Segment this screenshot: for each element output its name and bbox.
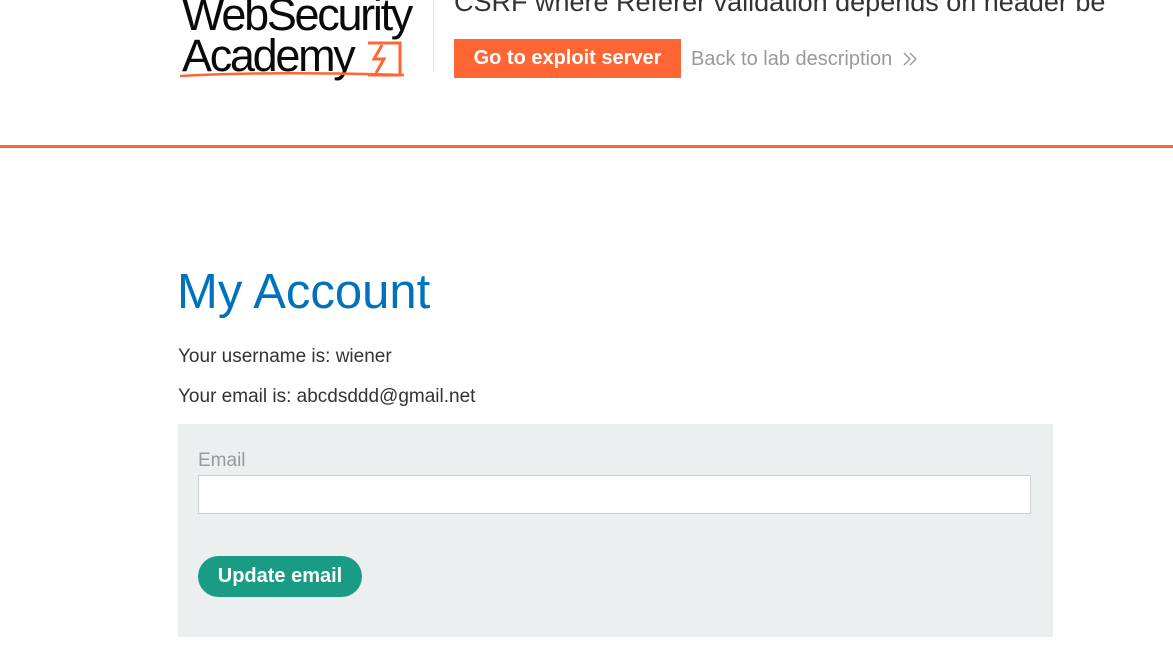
- back-link-label: Back to lab description: [691, 48, 893, 70]
- update-email-button[interactable]: Update email: [198, 556, 362, 597]
- lab-title: CSRF where Referer validation depends on…: [454, 0, 1106, 17]
- page: WebSecurity Academy CSRF where Referer v…: [0, 0, 1173, 662]
- username-text: Your username is: wiener: [178, 346, 392, 367]
- change-email-form: Email Update email: [178, 424, 1053, 637]
- double-chevron-right-icon: [903, 52, 918, 66]
- back-to-lab-description-link[interactable]: Back to lab description: [691, 46, 918, 72]
- email-text: Your email is: abcdsddd@gmail.net: [178, 386, 476, 407]
- header-divider: [433, 0, 434, 72]
- web-security-academy-logo[interactable]: WebSecurity Academy: [178, 0, 433, 86]
- page-title: My Account: [177, 265, 431, 319]
- logo-underline-icon: [179, 71, 405, 78]
- header-rule: [0, 145, 1173, 148]
- email-input[interactable]: [198, 475, 1031, 514]
- go-to-exploit-server-button[interactable]: Go to exploit server: [454, 39, 681, 78]
- header: WebSecurity Academy CSRF where Referer v…: [0, 0, 1173, 148]
- email-label: Email: [198, 450, 246, 471]
